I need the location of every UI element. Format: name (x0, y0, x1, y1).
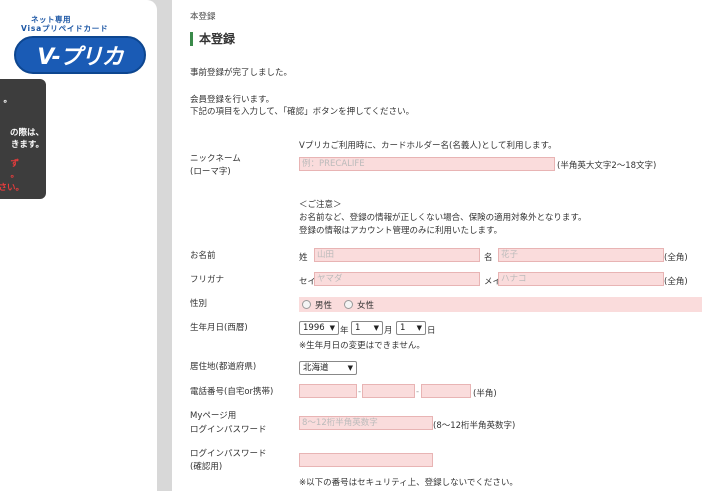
first-name-input[interactable]: 花子 (498, 248, 664, 262)
notice-line: きます。 (10, 140, 44, 150)
phone-label: 電話番号(自宅or携帯) (190, 387, 274, 397)
phone-separator: - (416, 387, 420, 397)
gender-options: 男性 女性 (299, 297, 702, 312)
password-hint: (8〜12桁半角英数字) (433, 421, 516, 431)
birth-day-select[interactable]: 1 ▼ (396, 321, 426, 335)
logo-subtagline: Visaプリペイドカード (21, 24, 109, 33)
birth-month-select[interactable]: 1 ▼ (351, 321, 383, 335)
kana-label: フリガナ (190, 275, 225, 285)
gender-label: 性別 (190, 299, 208, 309)
last-name-input[interactable]: 山田 (314, 248, 480, 262)
birth-day-value: 1 (400, 323, 406, 333)
page-title: 本登録 (190, 32, 235, 46)
gender-male-radio[interactable] (302, 300, 311, 309)
pref-label: 居住地(都道府県) (190, 362, 257, 372)
sei-label: 姓 (299, 253, 308, 263)
last-name-kana-input[interactable]: ヤマダ (314, 272, 480, 286)
birth-month-value: 1 (355, 323, 361, 333)
birth-note: ※生年月日の変更はできません。 (299, 341, 425, 351)
main-content: 本登録 本登録 事前登録が完了しました。 会員登録を行います。 下記の項目を入力… (172, 0, 720, 491)
password-note: ※以下の番号はセキュリティ上、登録しないでください。 (299, 478, 518, 488)
intro-text: 下記の項目を入力して、「確認」ボタンを押してください。 (190, 107, 415, 117)
birth-year-value: 1996 (303, 323, 325, 333)
phone-separator: - (358, 387, 362, 397)
nickname-sublabel: (ローマ字) (190, 167, 231, 177)
caution-text: お名前など、登録の情報が正しくない場合、保険の適用対象外となります。 (299, 213, 587, 223)
zenkaku-hint: (全角) (664, 253, 688, 263)
first-name-kana-input[interactable]: ハナコ (498, 272, 664, 286)
phone-input-3[interactable] (421, 384, 471, 398)
notice-line: 。 (3, 95, 12, 105)
mei-label: 名 (484, 253, 493, 263)
nickname-input[interactable]: 例：PRECALIFE (299, 157, 555, 171)
chevron-down-icon: ▼ (329, 324, 335, 332)
day-unit: 日 (427, 326, 436, 336)
password-confirm-input[interactable] (299, 453, 433, 467)
chevron-down-icon: ▼ (347, 364, 353, 372)
password-input[interactable]: 8〜12桁半角英数字 (299, 416, 433, 430)
phone-hint: (半角) (473, 389, 497, 399)
intro-text: 会員登録を行います。 (190, 95, 275, 105)
phone-input-1[interactable] (299, 384, 357, 398)
sidebar: ネット専用 Visaプリペイドカード V-プリカ 。 の際は、 きます。 ず 。… (0, 0, 157, 491)
password-confirm-label: ログインパスワード (190, 449, 267, 459)
name-label: お名前 (190, 251, 216, 261)
nickname-note: Vプリカご利用時に、カードホルダー名(名義人)として利用します。 (299, 141, 557, 151)
birth-label: 生年月日(西暦) (190, 323, 248, 333)
zenkaku-hint: (全角) (664, 277, 688, 287)
intro-text: 事前登録が完了しました。 (190, 68, 293, 78)
phone-input-2[interactable] (362, 384, 415, 398)
year-unit: 年 (340, 326, 349, 336)
notice-panel: 。 の際は、 きます。 ず 。 さい。 (0, 79, 46, 199)
password-label: Myページ用 (190, 411, 237, 421)
nickname-label: ニックネーム (190, 154, 241, 164)
password-confirm-sublabel: (確認用) (190, 462, 223, 472)
chevron-down-icon: ▼ (416, 324, 422, 332)
breadcrumb[interactable]: 本登録 (190, 10, 216, 22)
gender-male-label[interactable]: 男性 (315, 299, 332, 311)
chevron-down-icon: ▼ (373, 324, 379, 332)
gender-female-radio[interactable] (344, 300, 354, 309)
notice-line: さい。 (0, 183, 24, 193)
logo[interactable]: V-プリカ (14, 36, 146, 74)
gender-female-label[interactable]: 女性 (357, 299, 374, 311)
month-unit: 月 (384, 326, 393, 336)
nickname-hint: (半角英大文字2〜18文字) (557, 161, 657, 171)
notice-line: の際は、 (9, 128, 44, 138)
caution-text: 登録の情報はアカウント管理のみに利用いたします。 (299, 226, 503, 236)
pref-value: 北海道 (303, 363, 329, 373)
caution-title: ＜ご注意＞ (299, 200, 342, 210)
pref-select[interactable]: 北海道 ▼ (299, 361, 357, 375)
password-sublabel: ログインパスワード (190, 425, 267, 435)
logo-text: V-プリカ (37, 45, 124, 70)
birth-year-select[interactable]: 1996 ▼ (299, 321, 339, 335)
notice-line: 。 (10, 170, 19, 180)
